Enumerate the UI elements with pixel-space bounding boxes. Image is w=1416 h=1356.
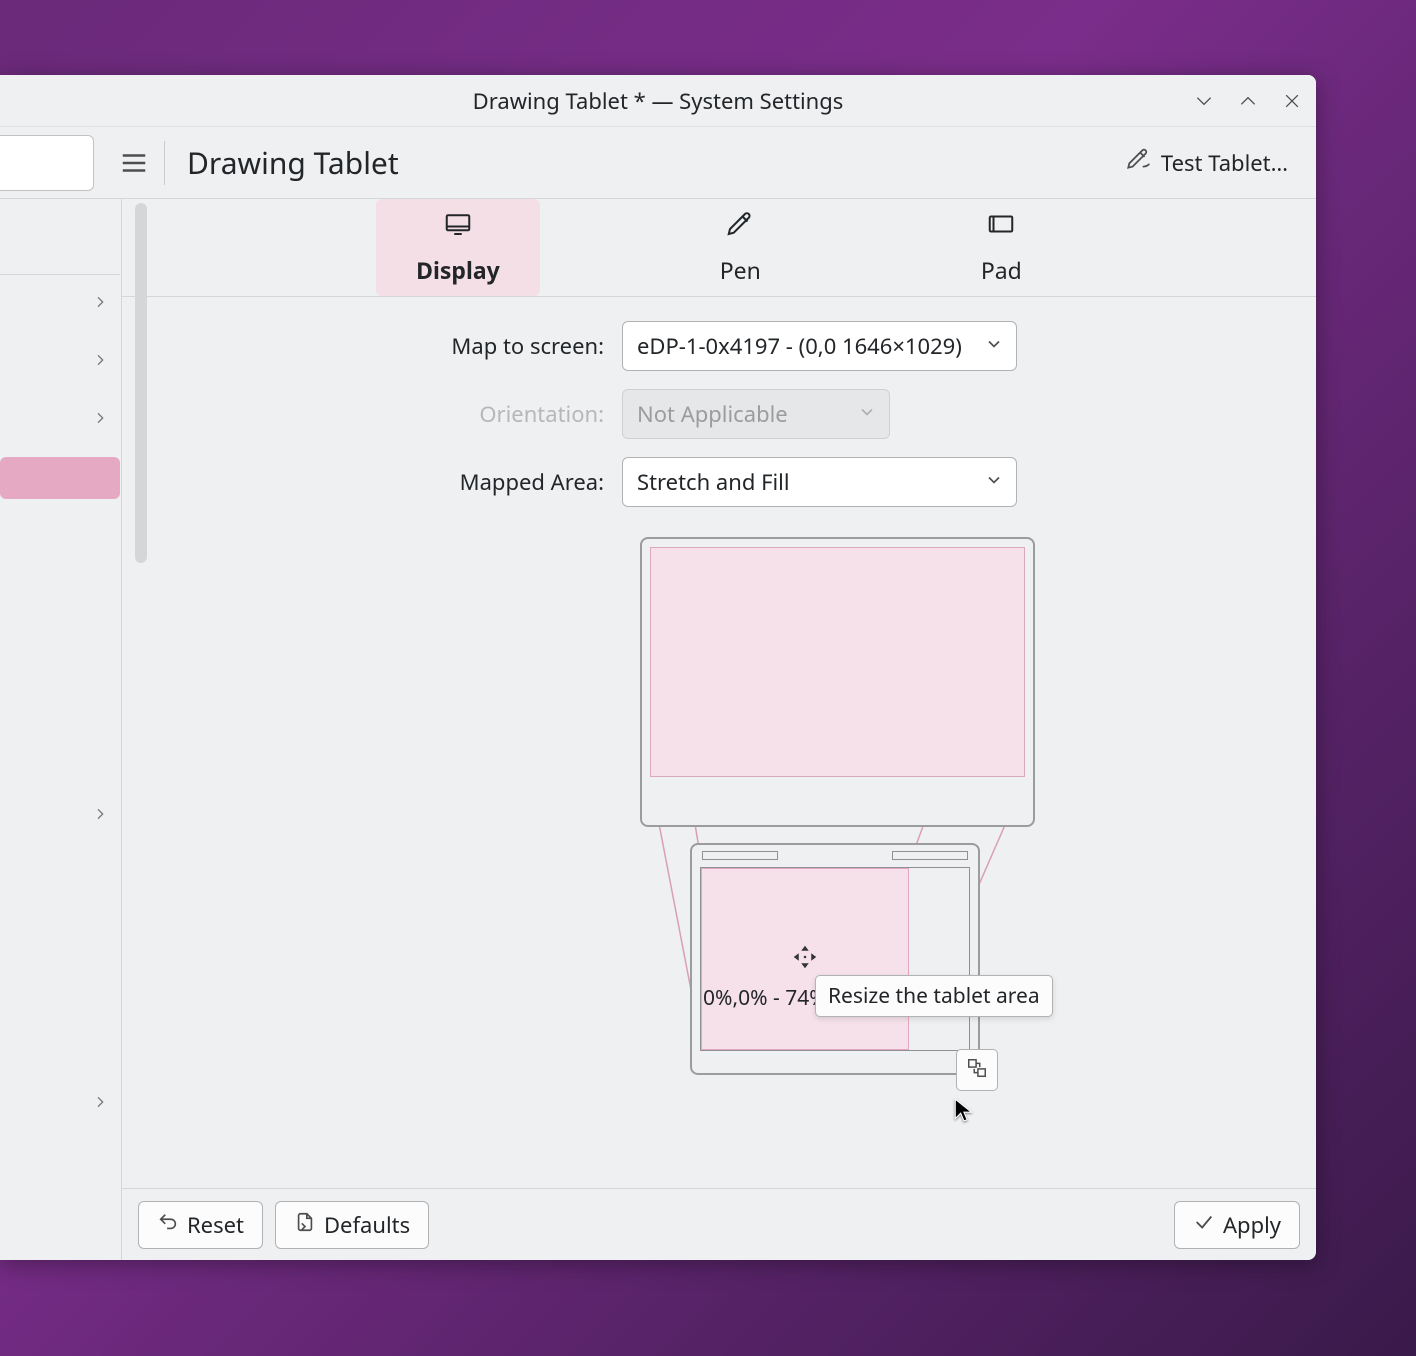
window-controls: [1190, 87, 1306, 115]
tab-pad[interactable]: Pad: [941, 199, 1062, 296]
sidebar-item[interactable]: [0, 391, 120, 449]
pen-edit-icon: [1125, 146, 1151, 179]
test-tablet-button[interactable]: Test Tablet…: [1113, 138, 1300, 187]
sidebar-item-active[interactable]: [0, 457, 120, 499]
test-tablet-label: Test Tablet…: [1161, 148, 1288, 178]
orientation-value: Not Applicable: [637, 399, 788, 429]
defaults-icon: [294, 1210, 316, 1240]
chevron-right-icon: [92, 293, 108, 315]
tab-display[interactable]: Display: [376, 199, 540, 296]
window-title: Drawing Tablet * — System Settings: [473, 86, 844, 116]
screen-preview: [640, 537, 1035, 827]
sidebar-item[interactable]: [0, 1075, 120, 1133]
row-mapped-area: Mapped Area: Stretch and Fill: [162, 457, 1276, 507]
map-to-screen-combo[interactable]: eDP-1-0x4197 - (0,0 1646×1029): [622, 321, 1017, 371]
tab-pen-label: Pen: [720, 254, 761, 286]
tab-bar: Display Pen Pad: [122, 199, 1316, 297]
screen-mapped-region: [650, 547, 1025, 777]
chevron-right-icon: [92, 409, 108, 431]
pen-icon: [725, 209, 755, 246]
resize-handle[interactable]: [956, 1049, 998, 1091]
sidebar-item[interactable]: [0, 275, 120, 333]
resize-tooltip: Resize the tablet area: [815, 975, 1053, 1017]
chevron-right-icon: [92, 1093, 108, 1115]
tablet-mapped-area[interactable]: [701, 868, 909, 1050]
defaults-label: Defaults: [324, 1210, 410, 1240]
sidebar-section: [0, 199, 120, 275]
minimize-button[interactable]: [1190, 87, 1218, 115]
reset-button[interactable]: Reset: [138, 1201, 263, 1249]
orientation-label: Orientation:: [162, 399, 622, 429]
sidebar-item[interactable]: [0, 787, 120, 845]
chevron-right-icon: [92, 805, 108, 827]
reset-label: Reset: [187, 1210, 244, 1240]
apply-button[interactable]: Apply: [1174, 1201, 1300, 1249]
mapped-area-value: Stretch and Fill: [637, 467, 790, 497]
header-toolbar: Drawing Tablet Test Tablet…: [0, 127, 1316, 199]
mapping-preview: 0%,0% - 74%×100% Resize the tablet area: [640, 537, 1040, 1075]
hamburger-menu[interactable]: [106, 135, 162, 191]
defaults-button[interactable]: Defaults: [275, 1201, 429, 1249]
row-orientation: Orientation: Not Applicable: [162, 389, 1276, 439]
sidebar-item[interactable]: [0, 333, 120, 391]
row-map-to-screen: Map to screen: eDP-1-0x4197 - (0,0 1646×…: [162, 321, 1276, 371]
check-icon: [1193, 1210, 1215, 1240]
orientation-combo: Not Applicable: [622, 389, 890, 439]
tab-pen[interactable]: Pen: [680, 199, 801, 296]
close-button[interactable]: [1278, 87, 1306, 115]
form-area: Map to screen: eDP-1-0x4197 - (0,0 1646×…: [122, 297, 1316, 1188]
mapped-area-label: Mapped Area:: [162, 467, 622, 497]
display-icon: [443, 209, 473, 246]
divider: [164, 141, 165, 185]
mouse-cursor: [952, 1097, 976, 1121]
chevron-right-icon: [92, 351, 108, 373]
pad-icon: [986, 209, 1016, 246]
apply-label: Apply: [1223, 1210, 1281, 1240]
map-to-screen-value: eDP-1-0x4197 - (0,0 1646×1029): [637, 331, 962, 361]
tablet-active-surface: 0%,0% - 74%×100%: [700, 867, 970, 1051]
settings-window: Drawing Tablet * — System Settings Drawi…: [0, 75, 1316, 1260]
chevron-down-icon: [984, 467, 1004, 497]
map-to-screen-label: Map to screen:: [162, 331, 622, 361]
maximize-button[interactable]: [1234, 87, 1262, 115]
chevron-down-icon: [857, 399, 877, 429]
tab-display-label: Display: [416, 254, 500, 286]
body: Display Pen Pad Map to: [0, 199, 1316, 1260]
tablet-buttons-decor: [702, 851, 968, 863]
tablet-preview: 0%,0% - 74%×100%: [690, 843, 980, 1075]
mapped-area-combo[interactable]: Stretch and Fill: [622, 457, 1017, 507]
page-title: Drawing Tablet: [187, 142, 399, 183]
resize-icon: [966, 1057, 988, 1084]
content: Display Pen Pad Map to: [122, 199, 1316, 1260]
chevron-down-icon: [984, 331, 1004, 361]
titlebar: Drawing Tablet * — System Settings: [0, 75, 1316, 127]
undo-icon: [157, 1210, 179, 1240]
sidebar: [0, 199, 122, 1260]
move-icon: [790, 942, 820, 977]
back-button[interactable]: [0, 135, 94, 191]
tab-pad-label: Pad: [981, 254, 1022, 286]
footer: Reset Defaults Apply: [122, 1188, 1316, 1260]
